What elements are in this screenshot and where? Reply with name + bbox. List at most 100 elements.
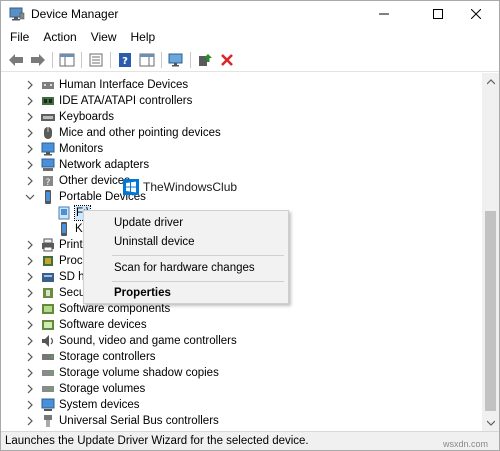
forward-button[interactable] <box>27 49 49 71</box>
chevron-right-icon[interactable] <box>25 176 35 186</box>
windows-club-logo-icon <box>123 179 139 195</box>
tree-item-label: System devices <box>59 399 140 411</box>
sound-icon <box>42 335 54 347</box>
tree-item-label: Monitors <box>59 143 104 155</box>
tree-item-label: Mice and other pointing devices <box>59 127 221 139</box>
tree-item-network-adapters[interactable]: Network adapters <box>1 157 481 173</box>
site-watermark: wsxdn.com <box>443 439 489 449</box>
device-manager-window: Device Manager File Action View Help ? H… <box>0 0 500 451</box>
context-menu-separator <box>112 281 284 282</box>
toolbar-separator <box>52 51 53 68</box>
tree-item-label: Storage volume shadow copies <box>59 367 219 379</box>
chevron-down-icon[interactable] <box>25 192 35 202</box>
chevron-right-icon[interactable] <box>25 304 35 314</box>
chevron-right-icon[interactable] <box>25 240 35 250</box>
watermark: TheWindowsClub <box>122 178 237 196</box>
chevron-right-icon[interactable] <box>25 128 35 138</box>
printer-icon <box>42 238 54 252</box>
properties-button[interactable] <box>85 49 107 71</box>
usb-icon <box>44 415 52 427</box>
tree-item-storage-volumes[interactable]: Storage volumes <box>1 381 481 397</box>
tree-item-label: Sound, video and game controllers <box>59 335 237 347</box>
scroll-up-button[interactable] <box>482 73 499 90</box>
menu-item-properties[interactable]: Properties <box>84 283 288 303</box>
back-arrow-icon <box>9 53 23 66</box>
chevron-right-icon[interactable] <box>25 272 35 282</box>
context-menu: Update driver Uninstall device Scan for … <box>83 210 289 304</box>
menu-view[interactable]: View <box>84 27 124 48</box>
chevron-right-icon[interactable] <box>25 256 35 266</box>
watermark-text: TheWindowsClub <box>143 180 238 194</box>
context-menu-separator <box>112 255 284 256</box>
chevron-right-icon[interactable] <box>25 400 35 410</box>
tree-item-label: IDE ATA/ATAPI controllers <box>59 95 193 107</box>
scrollbar-thumb[interactable] <box>485 211 496 411</box>
tree-item-label: Storage volumes <box>59 383 146 395</box>
action-pane-icon <box>139 53 155 66</box>
tree-item-label: Print <box>59 239 83 251</box>
back-button[interactable] <box>5 49 27 71</box>
title-bar[interactable]: Device Manager <box>1 1 499 27</box>
chevron-right-icon[interactable] <box>25 144 35 154</box>
tree-item-human-interface-devices[interactable]: Human Interface Devices <box>1 77 481 93</box>
uninstall-device-button[interactable] <box>216 49 238 71</box>
scroll-down-button[interactable] <box>482 414 499 431</box>
window-title: Device Manager <box>31 7 119 21</box>
sd-host-icon <box>42 273 54 282</box>
portable-drive-icon <box>61 222 67 236</box>
chevron-right-icon[interactable] <box>25 320 35 330</box>
scan-hardware-button[interactable] <box>165 49 187 71</box>
chevron-right-icon[interactable] <box>25 80 35 90</box>
tree-item-monitors[interactable]: Monitors <box>1 141 481 157</box>
menu-file[interactable]: File <box>3 27 36 48</box>
menu-action[interactable]: Action <box>36 27 83 48</box>
show-hide-console-tree-button[interactable] <box>56 49 78 71</box>
mouse-icon <box>44 127 52 139</box>
device-manager-app-icon <box>9 7 25 21</box>
portable-drive-icon <box>58 206 70 220</box>
console-tree-icon <box>59 53 75 66</box>
hid-icon <box>42 82 54 89</box>
tree-item-label: Network adapters <box>59 159 150 171</box>
vertical-scrollbar[interactable] <box>482 73 499 431</box>
tree-item-label: Keyboards <box>59 111 114 123</box>
menu-item-uninstall-device[interactable]: Uninstall device <box>84 232 288 252</box>
menu-help[interactable]: Help <box>124 27 163 48</box>
chevron-right-icon[interactable] <box>25 288 35 298</box>
portable-device-icon <box>45 190 51 204</box>
tree-item-storage-controllers[interactable]: Storage controllers <box>1 349 481 365</box>
tree-item-other-devices[interactable]: ? Other devices <box>1 173 481 189</box>
tree-item-mice[interactable]: Mice and other pointing devices <box>1 125 481 141</box>
tree-item-portable-devices[interactable]: Portable Devices <box>1 189 481 205</box>
tree-item-software-devices[interactable]: Software devices <box>1 317 481 333</box>
security-device-icon <box>43 288 53 298</box>
tree-item-storage-shadow-copies[interactable]: Storage volume shadow copies <box>1 365 481 381</box>
tree-item-usb-controllers[interactable]: Universal Serial Bus controllers <box>1 413 481 429</box>
help-button[interactable]: ? <box>114 49 136 71</box>
chevron-right-icon[interactable] <box>25 352 35 362</box>
update-driver-button[interactable] <box>194 49 216 71</box>
chevron-right-icon[interactable] <box>25 336 35 346</box>
maximize-icon <box>433 9 443 19</box>
tree-item-sound-video-game[interactable]: Sound, video and game controllers <box>1 333 481 349</box>
chevron-right-icon[interactable] <box>25 96 35 106</box>
chevron-right-icon[interactable] <box>25 160 35 170</box>
menu-item-update-driver[interactable]: Update driver <box>84 213 288 233</box>
tree-item-keyboards[interactable]: Keyboards <box>1 109 481 125</box>
toolbar-separator <box>190 51 191 68</box>
storage-controller-icon <box>42 354 54 360</box>
toolbar-separator <box>110 51 111 68</box>
action-pane-button[interactable] <box>136 49 158 71</box>
chevron-right-icon[interactable] <box>25 368 35 378</box>
tree-item-ide-controllers[interactable]: IDE ATA/ATAPI controllers <box>1 93 481 109</box>
minimize-button[interactable] <box>361 1 407 27</box>
chevron-right-icon[interactable] <box>25 416 35 426</box>
chevron-right-icon[interactable] <box>25 384 35 394</box>
tree-item-system-devices[interactable]: System devices <box>1 397 481 413</box>
svg-text:?: ? <box>46 178 51 188</box>
chevron-right-icon[interactable] <box>25 112 35 122</box>
menu-item-scan-hardware[interactable]: Scan for hardware changes <box>84 258 288 278</box>
menu-bar: File Action View Help <box>1 27 499 48</box>
properties-icon <box>89 53 103 66</box>
close-button[interactable] <box>453 1 499 27</box>
